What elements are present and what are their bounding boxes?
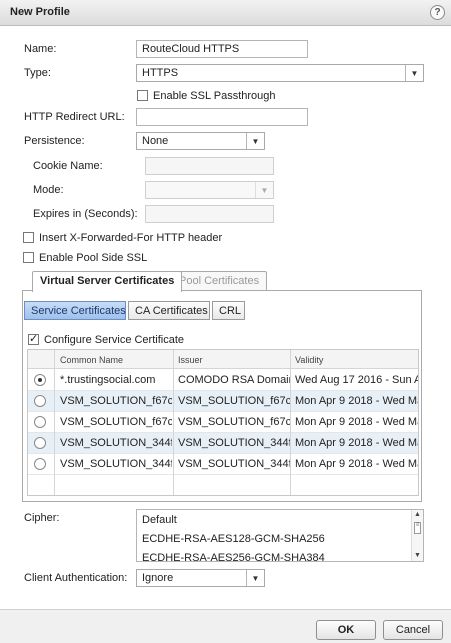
column-divider [54,350,55,495]
tab-virtual-server-certificates[interactable]: Virtual Server Certificates [32,271,183,292]
persistence-select-value: None [142,135,169,147]
cipher-option[interactable]: ECDHE-RSA-AES256-GCM-SHA384 [142,552,325,561]
redirect-url-input[interactable] [136,108,308,126]
cell-common-name: VSM_SOLUTION_344fc [60,437,172,449]
chevron-down-icon: ▼ [246,570,264,586]
cell-issuer: VSM_SOLUTION_344fc [178,458,290,470]
cell-common-name: *.trustingsocial.com [60,374,156,386]
row-radio[interactable] [34,437,46,449]
cell-validity: Mon Apr 9 2018 - Wed Ma [295,416,419,428]
chevron-down-icon: ▼ [255,182,273,198]
row-radio[interactable] [34,395,46,407]
cipher-option[interactable]: ECDHE-RSA-AES128-GCM-SHA256 [142,533,325,545]
client-auth-select-value: Ignore [142,572,174,584]
dialog-title: New Profile [10,6,70,18]
tab-pool-certificates[interactable]: Pool Certificates [171,271,268,291]
cancel-button[interactable]: Cancel [383,620,443,640]
configure-service-cert-label: Configure Service Certificate [44,334,185,346]
name-input[interactable]: RouteCloud HTTPS [136,40,308,58]
column-header-issuer[interactable]: Issuer [178,355,203,365]
crl-button[interactable]: CRL [212,301,245,320]
type-label: Type: [24,67,51,79]
table-row[interactable]: VSM_SOLUTION_344fc VSM_SOLUTION_344fc Mo… [28,433,419,454]
cookie-name-input[interactable] [145,157,274,175]
cell-validity: Mon Apr 9 2018 - Wed Ma [295,437,419,449]
cell-issuer: VSM_SOLUTION_f67c5 [178,395,290,407]
dialog-titlebar: New Profile ? [0,0,451,26]
cell-validity: Mon Apr 9 2018 - Wed Ma [295,395,419,407]
expires-input[interactable] [145,205,274,223]
table-row[interactable]: VSM_SOLUTION_f67c5 VSM_SOLUTION_f67c5 Mo… [28,412,419,433]
persistence-select[interactable]: None ▼ [136,132,265,150]
column-divider [173,350,174,495]
xff-checkbox[interactable] [23,232,34,243]
table-header: Common Name Issuer Validity [28,350,418,369]
ssl-passthrough-label: Enable SSL Passthrough [153,90,276,102]
cipher-label: Cipher: [24,512,60,524]
type-select[interactable]: HTTPS ▼ [136,64,424,82]
ok-button[interactable]: OK [316,620,376,640]
table-row[interactable]: VSM_SOLUTION_f67c5 VSM_SOLUTION_f67c5 Mo… [28,391,419,412]
cipher-scrollbar[interactable]: ▲ ≡ ▼ [411,510,423,561]
cell-common-name: VSM_SOLUTION_f67c5 [60,416,172,428]
cell-issuer: VSM_SOLUTION_344fc [178,437,290,449]
row-radio[interactable] [34,374,46,386]
ssl-passthrough-checkbox[interactable] [137,90,148,101]
table-row[interactable]: VSM_SOLUTION_344fc VSM_SOLUTION_344fc Mo… [28,454,419,475]
cell-issuer: COMODO RSA Domain [178,374,290,386]
chevron-down-icon: ▼ [405,65,423,81]
mode-select[interactable]: ▼ [145,181,274,199]
table-row[interactable]: *.trustingsocial.com COMODO RSA Domain W… [28,370,419,391]
cell-validity: Mon Apr 9 2018 - Wed Ma [295,458,419,470]
client-auth-label: Client Authentication: [24,572,128,584]
cell-issuer: VSM_SOLUTION_f67c5 [178,416,290,428]
configure-service-cert-checkbox[interactable]: ✓ [28,334,39,345]
help-icon[interactable]: ? [430,5,445,20]
certificates-table: Common Name Issuer Validity *.trustingso… [27,349,419,496]
type-select-value: HTTPS [142,67,179,79]
scroll-up-icon[interactable]: ▲ [412,510,423,520]
ca-certificates-button[interactable]: CA Certificates [128,301,210,320]
client-auth-select[interactable]: Ignore ▼ [136,569,265,587]
mode-label: Mode: [33,184,64,196]
scroll-down-icon[interactable]: ▼ [412,551,423,561]
row-radio[interactable] [34,458,46,470]
row-radio[interactable] [34,416,46,428]
expires-label: Expires in (Seconds): [33,208,138,220]
cell-common-name: VSM_SOLUTION_344fc [60,458,172,470]
column-header-common-name[interactable]: Common Name [60,355,123,365]
cell-validity: Wed Aug 17 2016 - Sun Au [295,374,419,386]
cipher-option[interactable]: Default [142,514,177,526]
cipher-list[interactable]: Default ECDHE-RSA-AES128-GCM-SHA256 ECDH… [136,509,424,562]
persistence-label: Persistence: [24,135,85,147]
cell-common-name: VSM_SOLUTION_f67c5 [60,395,172,407]
xff-label: Insert X-Forwarded-For HTTP header [39,232,223,244]
pool-ssl-checkbox[interactable] [23,252,34,263]
scroll-thumb[interactable]: ≡ [414,522,421,534]
dialog-footer: OK Cancel [0,609,451,643]
cookie-name-label: Cookie Name: [33,160,103,172]
column-header-validity[interactable]: Validity [295,355,323,365]
chevron-down-icon: ▼ [246,133,264,149]
service-certificates-button[interactable]: Service Certificates [24,301,126,320]
redirect-url-label: HTTP Redirect URL: [24,111,125,123]
name-label: Name: [24,43,57,55]
column-divider [290,350,291,495]
pool-ssl-label: Enable Pool Side SSL [39,252,148,264]
